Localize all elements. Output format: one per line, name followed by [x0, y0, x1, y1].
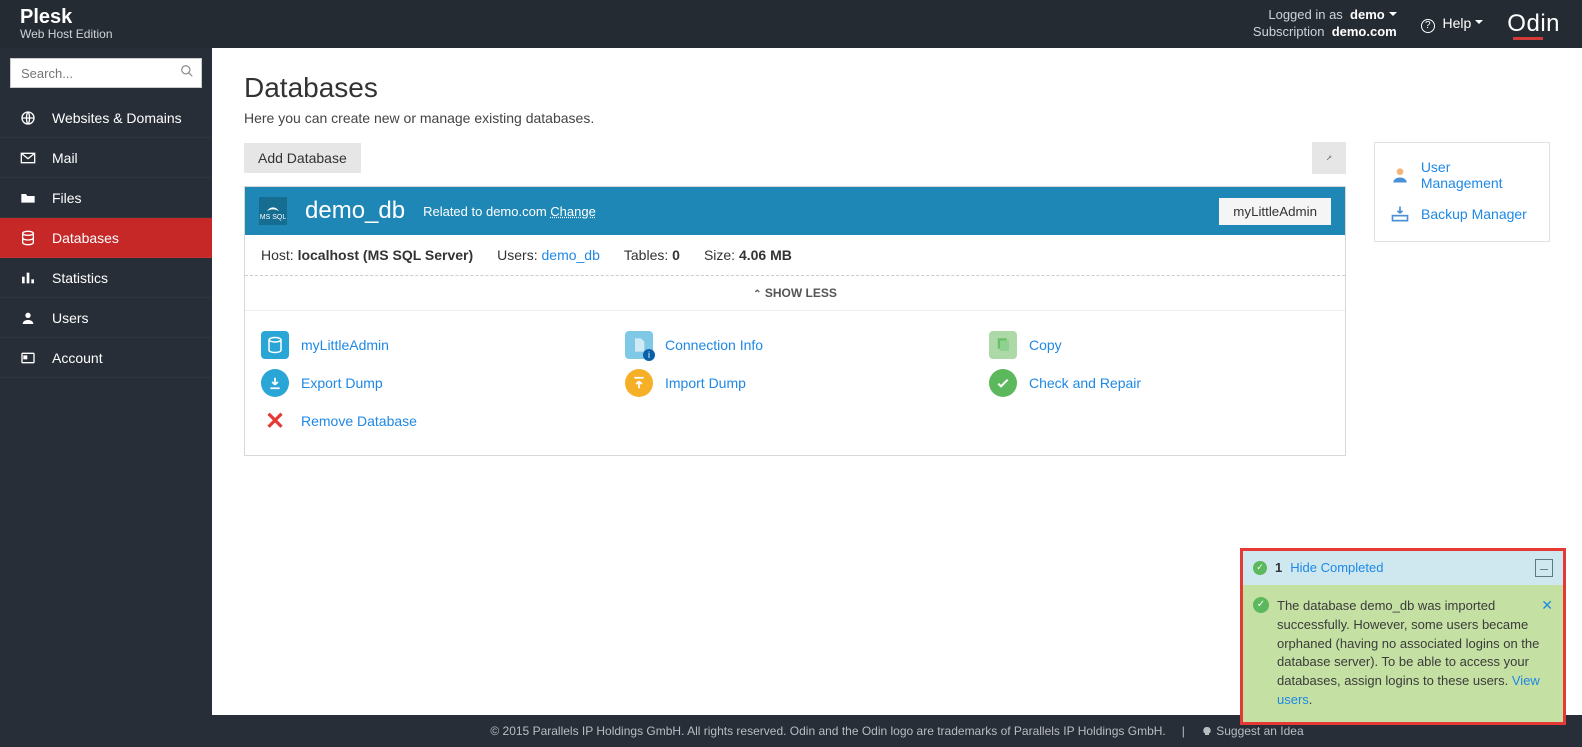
- notification-header: ✓ 1 Hide Completed –: [1243, 551, 1563, 585]
- user-icon: [20, 310, 38, 326]
- minimize-button[interactable]: –: [1535, 559, 1553, 577]
- database-header: MS SQL demo_db Related to demo.com Chang…: [245, 187, 1345, 235]
- account-icon: [20, 350, 38, 366]
- sidebar-item-label: Mail: [52, 150, 78, 166]
- remove-icon: ✕: [261, 407, 289, 435]
- odin-logo: Odin: [1507, 10, 1560, 38]
- host-field: Host: localhost (MS SQL Server): [261, 247, 473, 263]
- tables-field: Tables: 0: [624, 247, 680, 263]
- login-block: Logged in as demo Subscription demo.com: [1253, 7, 1397, 41]
- backup-manager-link[interactable]: Backup Manager: [1389, 197, 1535, 231]
- notification-message: The database demo_db was imported succes…: [1277, 597, 1549, 710]
- file-info-icon: [625, 331, 653, 359]
- users-link[interactable]: demo_db: [542, 247, 600, 263]
- database-related: Related to demo.com Change: [423, 204, 596, 219]
- main-col: Add Database MS SQL demo_db Related to d…: [244, 142, 1346, 456]
- chevron-up-icon: ⌃: [753, 289, 761, 300]
- folder-icon: [20, 190, 38, 206]
- download-icon: [261, 369, 289, 397]
- backup-icon: [1389, 203, 1411, 225]
- show-less-toggle[interactable]: ⌃ SHOW LESS: [245, 276, 1345, 311]
- sidebar-item-label: Account: [52, 350, 103, 366]
- side-panel: User Management Backup Manager: [1374, 142, 1550, 242]
- suggest-idea-link[interactable]: Suggest an Idea: [1201, 724, 1304, 738]
- sidebar-item-label: Websites & Domains: [52, 110, 182, 126]
- user-icon: [1389, 164, 1411, 186]
- size-field: Size: 4.06 MB: [704, 247, 792, 263]
- check-icon: ✓: [1253, 597, 1269, 613]
- sidebar: Websites & Domains Mail Files Databases …: [0, 48, 212, 747]
- notification-panel: ✓ 1 Hide Completed – ✓ ✕ The database de…: [1240, 548, 1566, 725]
- top-right: Logged in as demo Subscription demo.com …: [1253, 7, 1582, 41]
- action-export-dump[interactable]: Export Dump: [261, 369, 601, 397]
- notification-count: 1: [1275, 560, 1282, 575]
- database-actions: myLittleAdmin Connection Info Copy: [245, 311, 1345, 455]
- stats-icon: [20, 270, 38, 286]
- brand: Plesk Web Host Edition: [0, 6, 113, 41]
- brand-name: Plesk: [20, 6, 113, 28]
- upload-icon: [625, 369, 653, 397]
- notification-body: ✓ ✕ The database demo_db was imported su…: [1243, 585, 1563, 722]
- sidebar-item-account[interactable]: Account: [0, 338, 212, 378]
- page-subtitle: Here you can create new or manage existi…: [244, 110, 1550, 126]
- mail-icon: [20, 150, 38, 166]
- search-input[interactable]: [10, 58, 202, 88]
- search-icon[interactable]: [180, 64, 194, 78]
- sidebar-item-label: Users: [52, 310, 89, 326]
- brand-edition: Web Host Edition: [20, 28, 113, 41]
- sidebar-item-mail[interactable]: Mail: [0, 138, 212, 178]
- search-wrap: [0, 48, 212, 98]
- users-field: Users: demo_db: [497, 247, 600, 263]
- toolbar: Add Database: [244, 142, 1346, 174]
- caret-down-icon: [1389, 12, 1397, 20]
- action-connection-info[interactable]: Connection Info: [625, 331, 965, 359]
- change-domain-link[interactable]: Change: [550, 204, 596, 219]
- sidebar-item-files[interactable]: Files: [0, 178, 212, 218]
- action-copy[interactable]: Copy: [989, 331, 1329, 359]
- database-name: demo_db: [305, 197, 405, 225]
- action-check-repair[interactable]: Check and Repair: [989, 369, 1329, 397]
- action-remove-database[interactable]: ✕ Remove Database: [261, 407, 601, 435]
- logged-in-line[interactable]: Logged in as demo: [1253, 7, 1397, 24]
- mylittleadmin-button[interactable]: myLittleAdmin: [1219, 198, 1331, 225]
- help-icon: ?: [1421, 19, 1435, 33]
- sidebar-item-databases[interactable]: Databases: [0, 218, 212, 258]
- close-notification-button[interactable]: ✕: [1541, 595, 1553, 615]
- copy-icon: [989, 331, 1017, 359]
- database-panel: MS SQL demo_db Related to demo.com Chang…: [244, 186, 1346, 456]
- sidebar-item-label: Statistics: [52, 270, 108, 286]
- database-icon: [20, 230, 38, 246]
- check-icon: ✓: [1253, 561, 1267, 575]
- wrench-icon: [1326, 150, 1332, 166]
- add-database-button[interactable]: Add Database: [244, 143, 361, 173]
- topbar: Plesk Web Host Edition Logged in as demo…: [0, 0, 1582, 48]
- settings-tool-button[interactable]: [1312, 142, 1346, 174]
- user-management-link[interactable]: User Management: [1389, 153, 1535, 197]
- sidebar-item-users[interactable]: Users: [0, 298, 212, 338]
- sidebar-item-statistics[interactable]: Statistics: [0, 258, 212, 298]
- footer-copyright: © 2015 Parallels IP Holdings GmbH. All r…: [490, 724, 1165, 738]
- sidebar-item-label: Databases: [52, 230, 119, 246]
- subscription-line[interactable]: Subscription demo.com: [1253, 24, 1397, 41]
- page-title: Databases: [244, 72, 1550, 104]
- sidebar-item-label: Files: [52, 190, 82, 206]
- globe-icon: [20, 110, 38, 126]
- database-icon: [261, 331, 289, 359]
- sidebar-item-websites-domains[interactable]: Websites & Domains: [0, 98, 212, 138]
- help-menu[interactable]: ? Help: [1421, 15, 1484, 33]
- main-row: Add Database MS SQL demo_db Related to d…: [244, 142, 1550, 456]
- mssql-badge: MS SQL: [259, 197, 287, 225]
- lightbulb-icon: [1201, 726, 1213, 738]
- database-meta: Host: localhost (MS SQL Server) Users: d…: [245, 235, 1345, 276]
- caret-down-icon: [1475, 20, 1483, 28]
- action-mylittleadmin[interactable]: myLittleAdmin: [261, 331, 601, 359]
- check-icon: [989, 369, 1017, 397]
- action-import-dump[interactable]: Import Dump: [625, 369, 965, 397]
- hide-completed-link[interactable]: Hide Completed: [1290, 560, 1383, 575]
